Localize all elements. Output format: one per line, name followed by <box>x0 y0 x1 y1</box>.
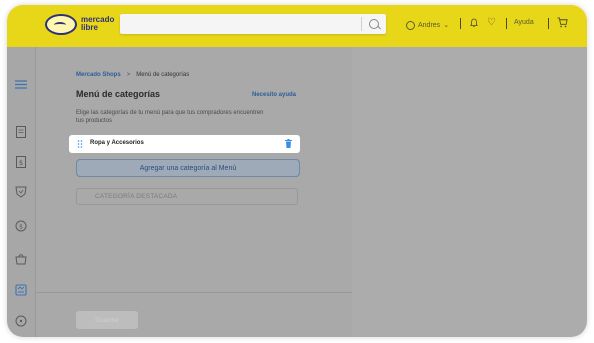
mercadolibre-logo[interactable]: mercado libre <box>45 13 114 35</box>
page-title: Menú de categorías <box>76 89 161 99</box>
drag-handle-icon[interactable] <box>77 140 83 148</box>
heart-icon[interactable]: ♡ <box>487 18 496 28</box>
help-link[interactable]: Ayuda <box>514 19 534 26</box>
user-avatar-icon <box>406 20 415 30</box>
main-panel: Mercado Shops > Menú de categorías Menú … <box>36 47 352 337</box>
preview-pane <box>352 47 587 337</box>
bell-icon[interactable] <box>470 18 478 28</box>
help-link[interactable]: Necesito ayuda <box>252 92 296 98</box>
money-icon[interactable]: $ <box>14 219 28 233</box>
user-menu[interactable]: Andres ⌄ <box>406 18 449 32</box>
breadcrumb-current: Menú de categorías <box>136 72 190 78</box>
shop-icon[interactable] <box>14 283 28 297</box>
featured-category-field[interactable]: CATEGORÍA DESTACADA <box>76 188 298 205</box>
breadcrumb: Mercado Shops > Menú de categorías <box>76 72 189 78</box>
category-item[interactable]: Ropa y Accesorios <box>69 135 300 153</box>
breadcrumb-link-mercado-shops[interactable]: Mercado Shops <box>76 72 121 78</box>
search-divider <box>361 17 362 31</box>
page-description: Elige las categorías de tu menú para que… <box>76 110 264 124</box>
svg-text:$: $ <box>19 224 23 231</box>
top-navbar: mercado libre Andres ⌄ ♡ Ayuda <box>7 5 587 47</box>
add-category-button[interactable]: Agregar una categoría al Menú <box>76 159 300 177</box>
header-divider <box>548 18 549 29</box>
search-input[interactable] <box>120 14 386 34</box>
badge-icon[interactable] <box>14 185 28 199</box>
category-item-label: Ropa y Accesorios <box>90 140 144 146</box>
logo-text: mercado libre <box>81 16 114 32</box>
search-icon[interactable] <box>369 19 379 29</box>
breadcrumb-separator: > <box>126 72 131 78</box>
divider <box>36 292 352 293</box>
header-divider <box>506 18 507 29</box>
more-icon[interactable] <box>14 314 28 328</box>
dollar-icon[interactable]: $ <box>14 155 28 169</box>
header-divider <box>460 18 461 29</box>
chevron-down-icon: ⌄ <box>443 22 450 29</box>
user-name: Andres <box>418 21 441 29</box>
handshake-logo-icon <box>45 13 77 35</box>
save-button[interactable]: Guardar <box>76 311 138 329</box>
document-icon[interactable] <box>14 125 28 139</box>
logo-line2: libre <box>81 23 98 32</box>
cart-icon[interactable] <box>557 17 568 28</box>
trash-icon[interactable] <box>285 139 292 148</box>
bag-icon[interactable] <box>14 252 28 266</box>
sidebar: $ $ <box>7 47 36 337</box>
svg-text:$: $ <box>19 159 23 167</box>
menu-icon[interactable] <box>14 77 28 91</box>
app-window: mercado libre Andres ⌄ ♡ Ayuda $ $ Merca… <box>7 5 587 337</box>
